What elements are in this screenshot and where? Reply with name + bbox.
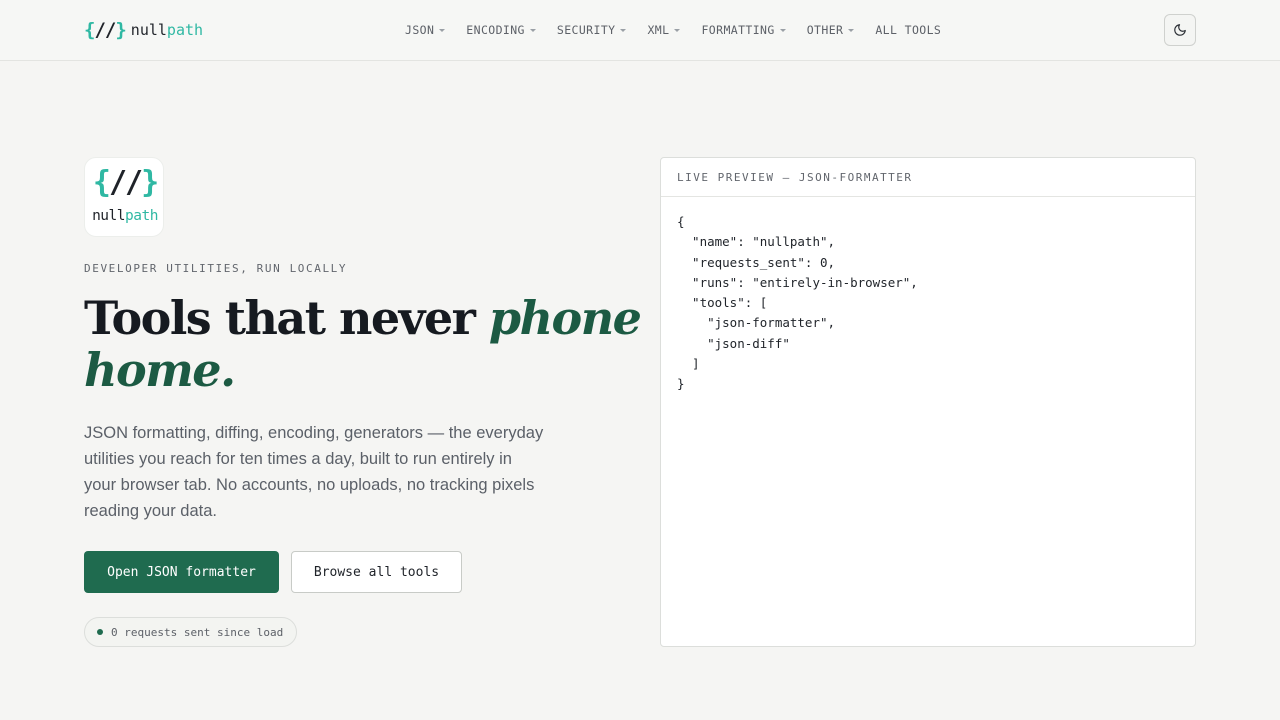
hero-headline: Tools that never phone home.	[84, 291, 642, 397]
moon-icon	[1174, 24, 1186, 36]
nav-encoding-menu[interactable]: ENCODING	[466, 21, 536, 39]
status-dot-icon	[97, 629, 103, 635]
brand-mark-icon: {//}	[84, 19, 127, 41]
chevron-down-icon	[779, 28, 786, 32]
hero-logo: {//} nullpath	[84, 157, 164, 237]
browse-all-tools-button[interactable]: Browse all tools	[291, 551, 462, 593]
preview-code-block: { "name": "nullpath", "requests_sent": 0…	[677, 214, 918, 392]
preview-title: LIVE PREVIEW — JSON-FORMATTER	[661, 158, 1195, 197]
top-navigation-bar: {//} nullpath JSON ENCODING SECURITY XML…	[0, 0, 1280, 61]
logo-wordmark: nullpath	[92, 208, 158, 224]
nav-other-menu[interactable]: OTHER	[807, 21, 855, 39]
nav-all-tools-link[interactable]: ALL TOOLS	[875, 21, 941, 39]
open-json-formatter-button[interactable]: Open JSON formatter	[84, 551, 279, 593]
nav-formatting-menu[interactable]: FORMATTING	[701, 21, 786, 39]
requests-status-badge: 0 requests sent since load	[84, 617, 298, 647]
chevron-down-icon	[848, 28, 855, 32]
live-preview-panel: LIVE PREVIEW — JSON-FORMATTER { "name": …	[660, 157, 1196, 647]
chevron-down-icon	[674, 28, 681, 32]
nav-security-menu[interactable]: SECURITY	[557, 21, 627, 39]
nav-json-menu[interactable]: JSON	[405, 21, 446, 39]
chevron-down-icon	[529, 28, 536, 32]
brand-logo-link[interactable]: {//} nullpath	[84, 18, 203, 42]
hero-eyebrow: DEVELOPER UTILITIES, RUN LOCALLY	[84, 262, 348, 275]
chevron-down-icon	[439, 28, 446, 32]
chevron-down-icon	[620, 28, 627, 32]
hero-description: JSON formatting, diffing, encoding, gene…	[84, 424, 544, 520]
logo-braces-icon: {//}	[92, 165, 159, 200]
main-nav: JSON ENCODING SECURITY XML FORMATTING OT…	[405, 21, 962, 39]
nav-xml-menu[interactable]: XML	[647, 21, 681, 39]
brand-name: nullpath	[130, 21, 204, 39]
theme-toggle-button[interactable]	[1164, 14, 1196, 46]
status-text: 0 requests sent since load	[111, 625, 284, 639]
